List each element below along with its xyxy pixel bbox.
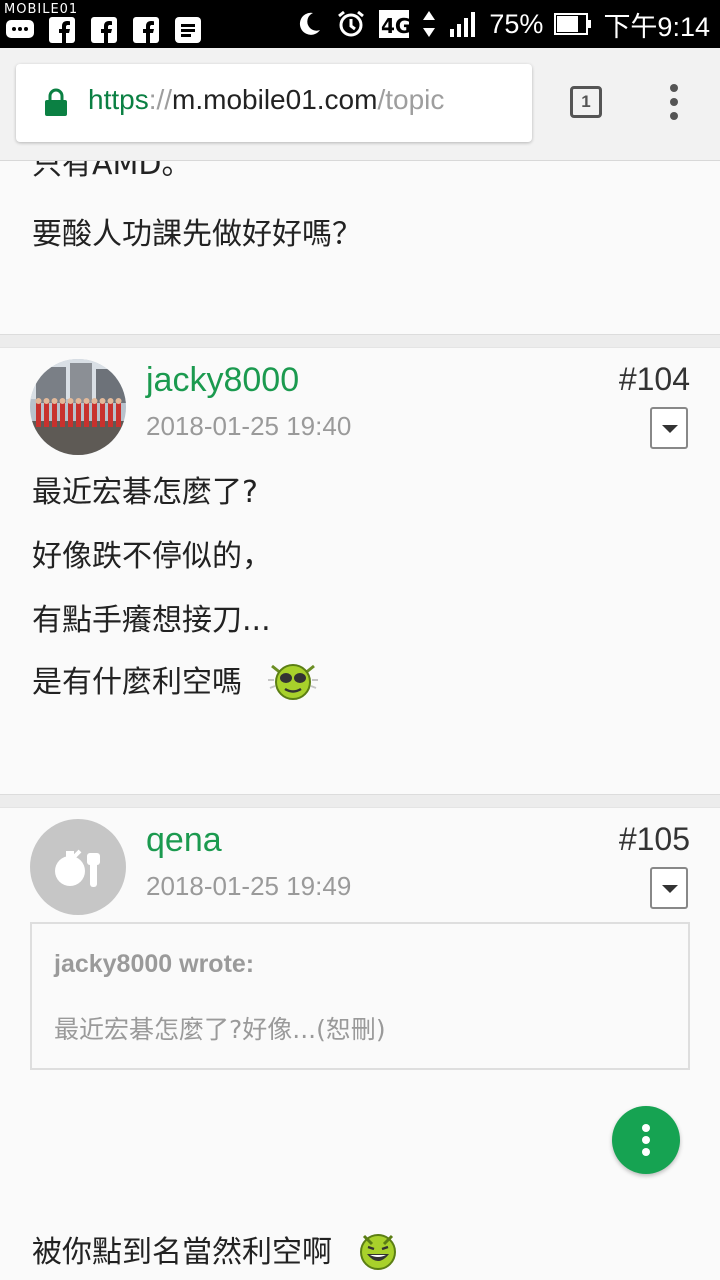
cool-devil-emoji-icon bbox=[266, 658, 320, 710]
post-text-line: 是有什麼利空嗎 bbox=[32, 665, 242, 700]
more-actions-fab[interactable] bbox=[612, 1106, 680, 1174]
username[interactable]: jacky8000 bbox=[146, 361, 299, 400]
alarm-icon bbox=[335, 10, 367, 38]
quote-text: 最近宏碁怎麼了?好像...(恕刪) bbox=[54, 1015, 386, 1044]
quote-block: jacky8000 wrote: 最近宏碁怎麼了?好像...(恕刪) bbox=[30, 922, 690, 1070]
post-options-dropdown[interactable] bbox=[650, 407, 688, 449]
moon-icon bbox=[293, 10, 325, 38]
facebook-notification-icon bbox=[88, 16, 120, 44]
post-text-line: 被你點到名當然利空啊 bbox=[32, 1235, 332, 1270]
news-notification-icon bbox=[172, 16, 204, 44]
post-105: qena 2018-01-25 19:49 #105 jacky8000 wro… bbox=[0, 807, 720, 1280]
laughing-emoji-icon bbox=[356, 1228, 400, 1280]
post-date: 2018-01-25 19:40 bbox=[146, 411, 352, 441]
post-number[interactable]: #104 bbox=[619, 361, 690, 398]
post-divider bbox=[0, 794, 720, 808]
post-text-line: 有點手癢想接刀... bbox=[32, 603, 271, 638]
facebook-notification-icon bbox=[46, 16, 78, 44]
post-104: jacky8000 2018-01-25 19:40 #104 最近宏碁怎麼了?… bbox=[0, 347, 720, 793]
url-separator: :// bbox=[148, 84, 173, 115]
url-scheme: https bbox=[88, 84, 149, 115]
post-text-line: 最近宏碁怎麼了? bbox=[32, 475, 258, 510]
facebook-notification-icon bbox=[130, 16, 162, 44]
svg-text:4G: 4G bbox=[381, 14, 410, 38]
lock-icon bbox=[44, 88, 68, 122]
previous-post-line: 要酸人功課先做好好嗎？ bbox=[32, 217, 362, 252]
signal-icon bbox=[447, 10, 479, 38]
post-divider bbox=[0, 334, 720, 348]
avatar[interactable] bbox=[30, 359, 126, 455]
address-bar[interactable]: https://m.mobile01.com/topic bbox=[16, 64, 532, 142]
network-4g-icon: 4G bbox=[377, 10, 411, 38]
battery-icon bbox=[553, 10, 593, 38]
data-transfer-icon bbox=[421, 10, 437, 38]
topic-content: 只有AMD。 要酸人功課先做好好嗎？ jacky8000 2018-01-25 … bbox=[0, 161, 720, 1280]
avatar[interactable] bbox=[30, 819, 126, 915]
browser-toolbar: https://m.mobile01.com/topic 1 bbox=[0, 48, 720, 161]
post-date: 2018-01-25 19:49 bbox=[146, 871, 352, 901]
url-host: m.mobile01.com bbox=[172, 84, 378, 115]
overflow-menu-button[interactable] bbox=[660, 84, 688, 124]
battery-percent: 75% bbox=[489, 8, 544, 39]
url-path: /topic bbox=[377, 84, 445, 115]
post-number[interactable]: #105 bbox=[619, 821, 690, 858]
url-text: https://m.mobile01.com/topic bbox=[88, 84, 444, 116]
username[interactable]: qena bbox=[146, 821, 222, 860]
quote-author: jacky8000 wrote: bbox=[54, 950, 255, 978]
previous-post-line: 只有AMD。 bbox=[32, 161, 192, 182]
clock: 下午9:14 bbox=[603, 11, 710, 42]
post-text-line: 好像跌不停似的， bbox=[32, 539, 272, 574]
status-bar: MOBILE01 4G 75% 下午9:14 bbox=[0, 0, 720, 48]
tab-switcher-button[interactable]: 1 bbox=[570, 86, 602, 118]
chat-notification-icon bbox=[4, 16, 36, 44]
post-options-dropdown[interactable] bbox=[650, 867, 688, 909]
